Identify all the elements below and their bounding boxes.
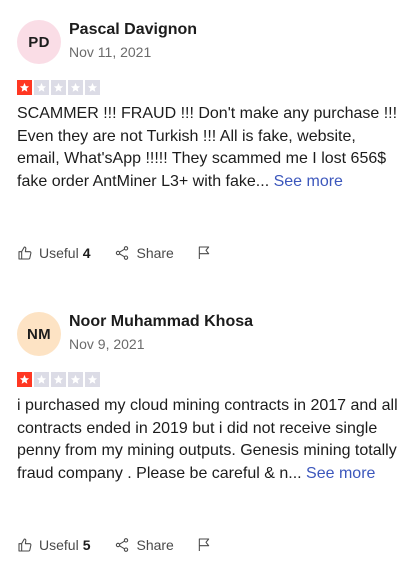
star-icon <box>34 80 49 95</box>
flag-icon <box>198 538 210 551</box>
avatar[interactable]: PD <box>17 20 61 64</box>
share-button[interactable]: Share <box>114 245 174 261</box>
useful-button[interactable]: Useful 5 <box>17 537 90 553</box>
star-icon <box>51 372 66 387</box>
star-icon <box>34 372 49 387</box>
star-icon <box>85 372 100 387</box>
review-date: Nov 9, 2021 <box>69 336 145 352</box>
share-label: Share <box>136 537 174 553</box>
flag-icon <box>198 246 210 259</box>
flag-button[interactable] <box>196 245 218 261</box>
useful-count: 5 <box>82 537 91 553</box>
review-date: Nov 11, 2021 <box>69 44 152 60</box>
star-rating <box>17 80 100 95</box>
star-icon <box>68 372 83 387</box>
share-icon <box>116 538 129 552</box>
review-actions: Useful 4 Share <box>17 245 218 261</box>
star-icon <box>68 80 83 95</box>
review-text: SCAMMER !!! FRAUD !!! Don't make any pur… <box>17 103 402 193</box>
see-more-link[interactable]: See more <box>306 465 375 482</box>
avatar[interactable]: NM <box>17 312 61 356</box>
flag-button[interactable] <box>196 537 218 553</box>
star-icon <box>17 372 32 387</box>
useful-label: Useful <box>39 537 79 553</box>
review-text: i purchased my cloud mining contracts in… <box>17 395 402 485</box>
useful-label: Useful <box>39 245 79 261</box>
reviewer-name[interactable]: Noor Muhammad Khosa <box>69 313 253 331</box>
see-more-link[interactable]: See more <box>274 173 343 190</box>
useful-button[interactable]: Useful 4 <box>17 245 90 261</box>
star-icon <box>17 80 32 95</box>
review-actions: Useful 5 Share <box>17 537 218 553</box>
share-button[interactable]: Share <box>114 537 174 553</box>
star-icon <box>85 80 100 95</box>
share-label: Share <box>136 245 174 261</box>
share-icon <box>116 246 129 260</box>
useful-count: 4 <box>82 245 91 261</box>
star-icon <box>51 80 66 95</box>
reviewer-name[interactable]: Pascal Davignon <box>69 21 197 39</box>
thumbs-up-icon <box>18 538 32 552</box>
star-rating <box>17 372 100 387</box>
thumbs-up-icon <box>18 246 32 260</box>
